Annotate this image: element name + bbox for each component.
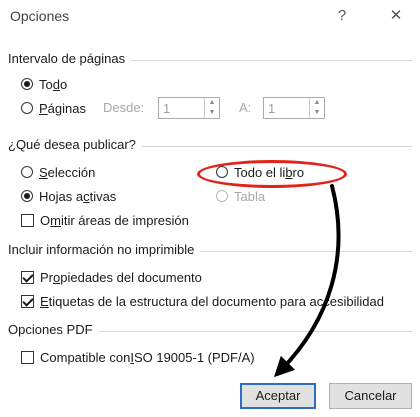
from-page-value: 1 (163, 100, 171, 116)
radio-table: Tabla (216, 187, 265, 205)
stepper-arrows[interactable]: ▲ ▼ (204, 98, 219, 118)
page-range-section-header: Intervalo de páginas (8, 51, 412, 67)
checkmark-icon (21, 270, 34, 284)
stepper-up-icon[interactable]: ▲ (205, 98, 219, 108)
stepper-down-icon[interactable]: ▼ (205, 108, 219, 118)
nonprint-section-header: Incluir información no imprimible (8, 242, 412, 258)
stepper-down-icon[interactable]: ▼ (310, 108, 324, 118)
radio-selection[interactable]: Selección (21, 163, 95, 181)
radio-empty-icon (216, 166, 228, 178)
radio-empty-icon (216, 190, 228, 202)
radio-all-pages[interactable]: To d o (21, 75, 67, 93)
cancel-button[interactable]: Cancelar (329, 383, 412, 409)
checkbox-pdfa-compatible[interactable]: Compatible con I SO 19005-1 (PDF/A) (21, 348, 255, 366)
checkbox-document-properties[interactable]: Pr o piedades del documento (21, 268, 202, 286)
checkbox-empty-icon (21, 213, 34, 227)
checkmark-icon (21, 294, 34, 308)
checkbox-structure-tags[interactable]: Etiquetas de la estructura del documento… (21, 292, 384, 310)
to-page-value: 1 (268, 100, 276, 116)
radio-whole-workbook[interactable]: Todo el li b ro (216, 163, 304, 181)
close-icon: ✕ (389, 7, 403, 24)
help-button[interactable]: ? (327, 4, 357, 28)
accept-button[interactable]: Aceptar (240, 383, 316, 409)
publish-section-header: ¿Qué desea publicar? (8, 137, 412, 153)
to-label: A: (239, 100, 252, 115)
checkbox-empty-icon (21, 350, 34, 364)
radio-dot-icon (21, 190, 33, 202)
from-page-stepper[interactable]: 1 ▲ ▼ (158, 97, 220, 119)
dialog-title: Opciones (10, 8, 70, 24)
radio-empty-icon (21, 102, 33, 114)
from-label: Desde: (103, 100, 145, 115)
pdf-section-header: Opciones PDF (8, 322, 412, 338)
checkbox-ignore-print-areas[interactable]: Om itir áreas de impresión (21, 211, 189, 229)
radio-active-sheets[interactable]: Hojas a c tivas (21, 187, 116, 205)
radio-pages[interactable]: Páginas (21, 99, 86, 117)
close-button[interactable]: ✕ (381, 4, 411, 28)
radio-dot-icon (21, 78, 33, 90)
radio-empty-icon (21, 166, 33, 178)
to-page-stepper[interactable]: 1 ▲ ▼ (263, 97, 325, 119)
stepper-arrows[interactable]: ▲ ▼ (309, 98, 324, 118)
stepper-up-icon[interactable]: ▲ (310, 98, 324, 108)
